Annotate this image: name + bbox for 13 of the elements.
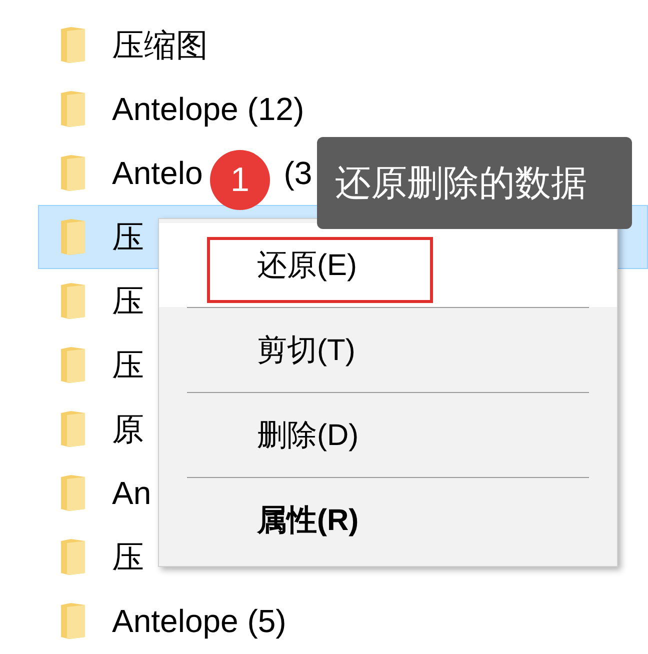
folder-name: Antelope (5) — [112, 602, 286, 641]
folder-name: (3 — [284, 154, 312, 193]
tooltip: 还原删除的数据 — [317, 137, 632, 229]
folder-name: Antelope (12) — [112, 90, 304, 129]
folder-name: An — [112, 474, 152, 513]
folder-name: 压缩图 — [112, 26, 208, 65]
folder-name: Antelo — [112, 154, 203, 193]
folder-name: 原 — [112, 410, 144, 449]
folder-name: 压 — [112, 218, 144, 257]
folder-name: 压 — [112, 346, 144, 385]
step-badge: 1 — [210, 150, 270, 210]
folder-name: 压 — [112, 282, 144, 321]
folder-name: 压 — [112, 538, 144, 577]
